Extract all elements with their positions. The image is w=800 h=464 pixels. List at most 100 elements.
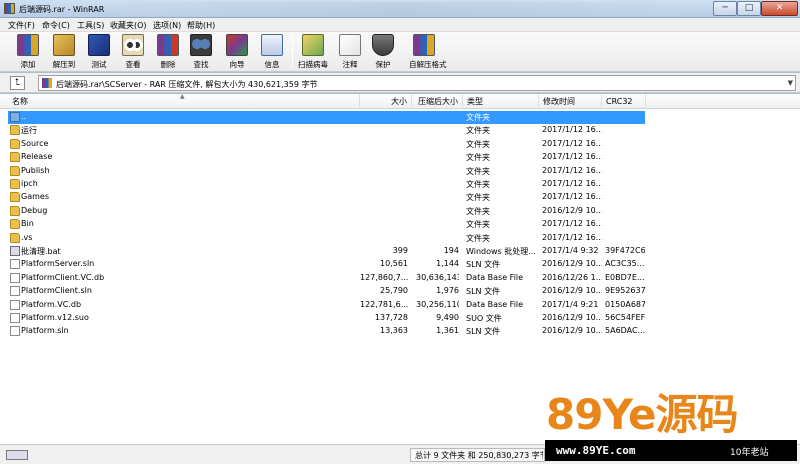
up-folder-button[interactable]: ⮤: [10, 76, 25, 90]
virus-scan-icon: [302, 34, 324, 56]
cell-crc: 0150A687: [605, 299, 645, 309]
cell-type: Data Base File: [466, 272, 524, 282]
info-button[interactable]: 信息: [257, 34, 287, 70]
sfx-button[interactable]: 自解压格式: [409, 34, 447, 70]
file-row[interactable]: Platform.sln 13,363 1,361 SLN 文件 2016/12/9 1…: [0, 325, 800, 338]
cell-packed: 30,636,143: [416, 272, 459, 282]
file-row[interactable]: 批清理.bat 399 194 Windows 批处理... 2017/1/4 9:32…: [0, 245, 800, 258]
cell-size: 13,363: [380, 326, 408, 336]
cell-type: SUO 文件: [466, 314, 502, 323]
find-button[interactable]: 查找: [186, 34, 216, 70]
maximize-button[interactable]: □: [737, 1, 761, 16]
comment-icon: [339, 34, 361, 56]
toolbar-separator: [292, 36, 293, 68]
menu-help[interactable]: 帮助(H): [187, 20, 215, 31]
cell-name: PlatformClient.VC.db: [21, 272, 105, 282]
cell-size: 25,790: [380, 286, 408, 296]
archive-icon: [42, 78, 52, 88]
view-icon: [122, 34, 144, 56]
test-button[interactable]: 测试: [84, 34, 114, 70]
cell-modified: 2016/12/9 10...: [542, 286, 602, 296]
cell-modified: 2016/12/9 10...: [542, 326, 602, 336]
menu-commands[interactable]: 命令(C): [42, 20, 70, 31]
cell-name: PlatformClient.sln: [21, 286, 92, 296]
cell-name: 运行: [21, 126, 37, 136]
file-row[interactable]: Games 文件夹 2017/1/12 16...: [0, 191, 800, 204]
drive-key-icon[interactable]: [6, 450, 28, 460]
file-row[interactable]: PlatformClient.VC.db 127,860,7... 30,636,1…: [0, 272, 800, 285]
cell-crc: E0BD7E...: [605, 272, 645, 282]
menu-file[interactable]: 文件(F): [8, 20, 35, 31]
cell-name: Platform.VC.db: [21, 299, 82, 309]
cell-type: 文件夹: [466, 139, 490, 149]
file-row[interactable]: Platform.v12.suo 137,728 9,490 SUO 文件 2016/1…: [0, 312, 800, 325]
file-row[interactable]: .vs 文件夹 2017/1/12 16...: [0, 232, 800, 245]
virus-scan-button[interactable]: 扫描病毒: [298, 34, 328, 70]
file-row[interactable]: .. 文件夹: [0, 111, 800, 124]
cell-name: Bin: [21, 219, 34, 229]
cell-crc: 56C54FEF: [605, 313, 645, 322]
path-field[interactable]: 后端源码.rar\SCServer - RAR 压缩文件, 解包大小为 430,…: [38, 75, 796, 91]
cell-name: ipch: [21, 179, 38, 188]
file-icon: [10, 326, 20, 337]
folder-icon: [10, 192, 20, 203]
menu-tools[interactable]: 工具(S): [77, 20, 104, 31]
folder-icon: [10, 179, 20, 189]
column-type[interactable]: 类型: [463, 94, 539, 109]
cell-type: 文件夹: [466, 113, 490, 122]
cell-crc: 5A6DAC...: [605, 326, 645, 336]
test-icon: [88, 34, 110, 56]
address-bar: ⮤ 后端源码.rar\SCServer - RAR 压缩文件, 解包大小为 43…: [0, 73, 800, 93]
file-icon: [10, 286, 20, 297]
protect-button[interactable]: 保护: [368, 34, 398, 70]
cell-type: 文件夹: [466, 193, 490, 203]
file-row[interactable]: PlatformClient.sln 25,790 1,976 SLN 文件 2016/…: [0, 285, 800, 298]
cell-name: Publish: [21, 165, 50, 175]
winrar-app-icon[interactable]: [4, 3, 15, 14]
file-row[interactable]: Platform.VC.db 122,781,6... 30,256,110 Data…: [0, 299, 800, 312]
file-row[interactable]: PlatformServer.sln 10,561 1,144 SLN 文件 2016/…: [0, 258, 800, 271]
cell-size: 10,561: [380, 259, 408, 269]
cell-packed: 30,256,110: [416, 299, 459, 309]
column-modified[interactable]: 修改时间: [539, 94, 602, 109]
cell-packed: 1,361: [436, 326, 459, 336]
column-packed[interactable]: 压缩后大小: [412, 94, 463, 109]
info-icon: [261, 34, 283, 56]
file-icon: [10, 313, 20, 323]
cell-name: Games: [21, 192, 49, 202]
file-row[interactable]: Source 文件夹 2017/1/12 16...: [0, 138, 800, 151]
file-row[interactable]: ipch 文件夹 2017/1/12 16...: [0, 178, 800, 191]
wizard-button[interactable]: 向导: [222, 34, 252, 70]
cell-modified: 2016/12/9 10...: [542, 313, 602, 322]
menu-options[interactable]: 选项(N): [153, 20, 181, 31]
add-archive-icon: [17, 34, 39, 56]
cell-name: .vs: [21, 232, 33, 242]
close-button[interactable]: ✕: [761, 1, 798, 16]
cell-crc: 39F472C6: [605, 246, 645, 255]
cell-name: Platform.v12.suo: [21, 313, 89, 322]
file-row[interactable]: 运行 文件夹 2017/1/12 16...: [0, 124, 800, 137]
watermark-url: www.89YE.com: [556, 444, 636, 457]
cell-crc: AC3C35...: [605, 259, 645, 269]
extract-to-button[interactable]: 解压到: [49, 34, 79, 70]
watermark-brand: 89Ye源码: [546, 390, 738, 439]
chevron-down-icon[interactable]: ▼: [788, 79, 793, 87]
cell-type: SLN 文件: [466, 287, 501, 297]
comment-button[interactable]: 注释: [335, 34, 365, 70]
wizard-icon: [226, 34, 248, 56]
menu-favorites[interactable]: 收藏夹(O): [110, 20, 147, 31]
delete-button[interactable]: 删除: [153, 34, 183, 70]
cell-size: 122,781,6...: [360, 299, 408, 309]
cell-packed: 1,144: [436, 259, 459, 269]
file-row[interactable]: Release 文件夹 2017/1/12 16...: [0, 151, 800, 164]
add-button[interactable]: 添加: [13, 34, 43, 70]
file-row[interactable]: Publish 文件夹 2017/1/12 16...: [0, 165, 800, 178]
view-button[interactable]: 查看: [118, 34, 148, 70]
column-crc[interactable]: CRC32: [602, 94, 646, 109]
file-row[interactable]: Debug 文件夹 2016/12/9 10...: [0, 205, 800, 218]
file-row[interactable]: Bin 文件夹 2017/1/12 16...: [0, 218, 800, 231]
folder-icon: [10, 205, 20, 216]
minimize-button[interactable]: ─: [713, 1, 737, 16]
cell-size: 127,860,7...: [360, 272, 408, 282]
column-size[interactable]: 大小: [360, 94, 412, 109]
